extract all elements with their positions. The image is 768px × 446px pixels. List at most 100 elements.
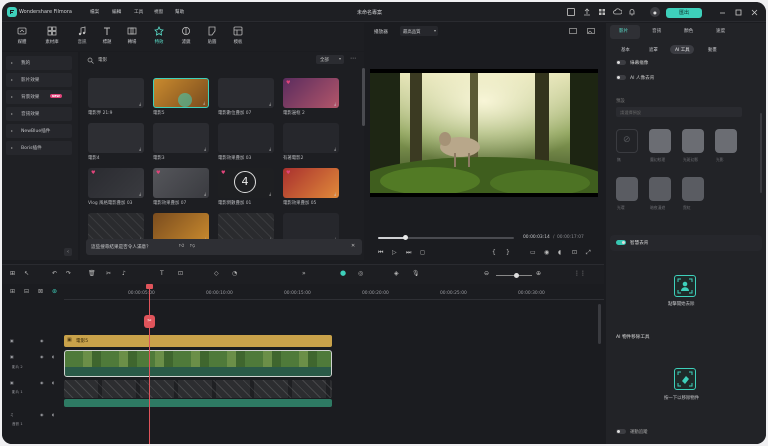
tab-audio[interactable]: 音訊 [70,25,94,49]
more-tools-icon[interactable]: » [302,270,306,277]
preset-item[interactable] [682,129,704,153]
download-icon[interactable]: ⤓ [139,101,141,106]
tab-media[interactable]: 媒體 [10,25,34,49]
download-icon[interactable]: ⤓ [203,100,205,105]
delete-icon[interactable]: 🗑︎ [88,270,96,277]
keyframe-icon[interactable]: ◇ [214,270,219,277]
download-icon[interactable]: ⤓ [269,101,271,106]
tab-color[interactable]: 顏色 [684,28,693,34]
download-icon[interactable]: ⤓ [334,191,336,196]
tab-stickers[interactable]: 貼圖 [200,25,224,49]
mark-out-icon[interactable]: } [506,249,510,256]
split-marker-icon[interactable]: ✂ [144,315,155,328]
close-icon[interactable] [750,8,759,17]
track-mute-icon[interactable]: ◖ [52,412,54,417]
track-video-icon[interactable]: ▣ [10,380,14,385]
cloud-icon[interactable] [612,7,622,16]
download-icon[interactable]: ⤓ [334,101,336,106]
playhead-handle[interactable] [146,284,153,289]
undo-icon[interactable]: ↶ [52,270,57,277]
play-icon[interactable]: ▷ [392,249,397,256]
split-icon[interactable]: ✂ [106,270,111,277]
favorite-icon[interactable]: ♥ [156,170,160,176]
sidebar-item-mine[interactable]: ▸ 我的 [6,56,72,70]
effect-thumbnail[interactable]: ⤓ [153,123,209,153]
record-icon[interactable]: ◎ [358,270,363,277]
audio-edit-icon[interactable]: ♪ [122,270,126,277]
effect-thumbnail[interactable]: ⤓ [88,78,144,108]
smart-cutout-button[interactable] [674,275,696,297]
favorite-icon[interactable]: ♥ [286,170,290,176]
tab-audio-props[interactable]: 音訊 [652,28,661,34]
smart-cutout-toggle[interactable] [616,240,626,245]
preset-select[interactable]: 請選擇預設 [616,107,742,117]
minimize-icon[interactable] [718,8,727,17]
tab-video[interactable]: 影片 [619,28,628,34]
preset-item[interactable] [649,129,671,153]
ai-remover-button[interactable] [674,368,696,390]
track-visibility-icon[interactable]: ◉ [40,380,44,385]
stop-icon[interactable]: ◻ [420,249,425,256]
marker-icon[interactable]: ◈ [394,270,399,277]
thumbs-down-icon[interactable]: 👎︎ [190,243,195,249]
more-icon[interactable]: ⋯ [350,55,356,62]
download-icon[interactable]: ⤓ [204,146,206,151]
tab-speed[interactable]: 速度 [716,28,725,34]
notification-icon[interactable] [627,7,636,16]
grid-icon[interactable] [597,7,606,16]
effect-thumbnail[interactable]: ⤓ [153,78,209,108]
download-icon[interactable]: ⤓ [269,146,271,151]
fullscreen-icon[interactable]: ⤢ [586,249,591,257]
video-clip-main[interactable] [64,350,332,377]
effect-thumbnail[interactable]: ⤓ [218,78,274,108]
collapse-sidebar-button[interactable]: ‹ [64,248,72,256]
effect-thumbnail[interactable]: 4 ♥ ⤓ [218,168,274,198]
tab-stock[interactable]: 素材庫 [40,25,64,49]
audio-clip[interactable] [64,399,332,407]
effect-thumbnail[interactable]: ⤓ [218,123,274,153]
preset-item[interactable] [616,177,638,201]
video-clip-chalk[interactable] [64,380,332,398]
speed-icon[interactable]: ◔ [232,270,237,277]
snapshot-icon[interactable] [568,27,577,35]
subtab-basic[interactable]: 基本 [616,45,635,54]
chroma-key-toggle[interactable] [616,60,626,65]
menu-help[interactable]: 幫助 [175,9,184,15]
video-preview[interactable] [370,69,598,197]
tab-titles[interactable]: 標題 [95,25,119,49]
tab-filters[interactable]: 濾鏡 [174,25,198,49]
zoom-in-icon[interactable]: ⊕ [536,270,541,277]
download-icon[interactable]: ⤓ [139,146,141,151]
tab-transitions[interactable]: 轉場 [120,25,144,49]
effect-thumbnail[interactable]: ♥ ⤓ [88,168,144,198]
user-avatar[interactable]: ● [650,7,660,17]
tab-effects[interactable]: 特效 [147,25,171,49]
track-music-icon[interactable]: ♫ [10,412,14,417]
motion-tracking-toggle[interactable] [616,429,626,434]
track-mute-icon[interactable]: ◖ [52,354,54,359]
ai-portrait-toggle[interactable] [616,75,626,80]
export-button[interactable]: 匯出 [666,8,702,18]
preset-item[interactable] [682,177,704,201]
camera-icon[interactable]: ◉ [544,249,549,256]
layout-icon[interactable]: ⊞ [10,270,15,277]
preset-item[interactable] [715,129,737,153]
sidebar-item-newblue[interactable]: ▸ NewBlue插件 [6,124,72,138]
tab-templates[interactable]: 模板 [226,25,250,49]
track-video-icon[interactable]: ▣ [10,354,14,359]
sidebar-item-boris[interactable]: ▸ Boris插件 [6,141,72,155]
menu-window[interactable]: 視窗 [154,9,163,15]
timeline-scrollbar[interactable] [598,304,601,344]
volume-icon[interactable]: ◖ [558,249,561,256]
redo-icon[interactable]: ↷ [66,270,71,277]
sidebar-item-video-effects[interactable]: ▸ 影片效果 [6,73,72,87]
zoom-slider[interactable] [496,273,532,278]
subtab-mask[interactable]: 遮罩 [644,45,663,54]
menu-edit[interactable]: 編輯 [112,9,121,15]
subtab-animation[interactable]: 動畫 [703,45,722,54]
sidebar-item-audio-effects[interactable]: ▸ 音訊效果 [6,107,72,121]
preset-item[interactable] [649,177,671,201]
effect-clip[interactable]: ▣ 電影5 [64,335,332,347]
download-icon[interactable]: ⤓ [334,146,336,151]
quality-dropdown[interactable]: 最高品質 ▾ [400,26,438,36]
